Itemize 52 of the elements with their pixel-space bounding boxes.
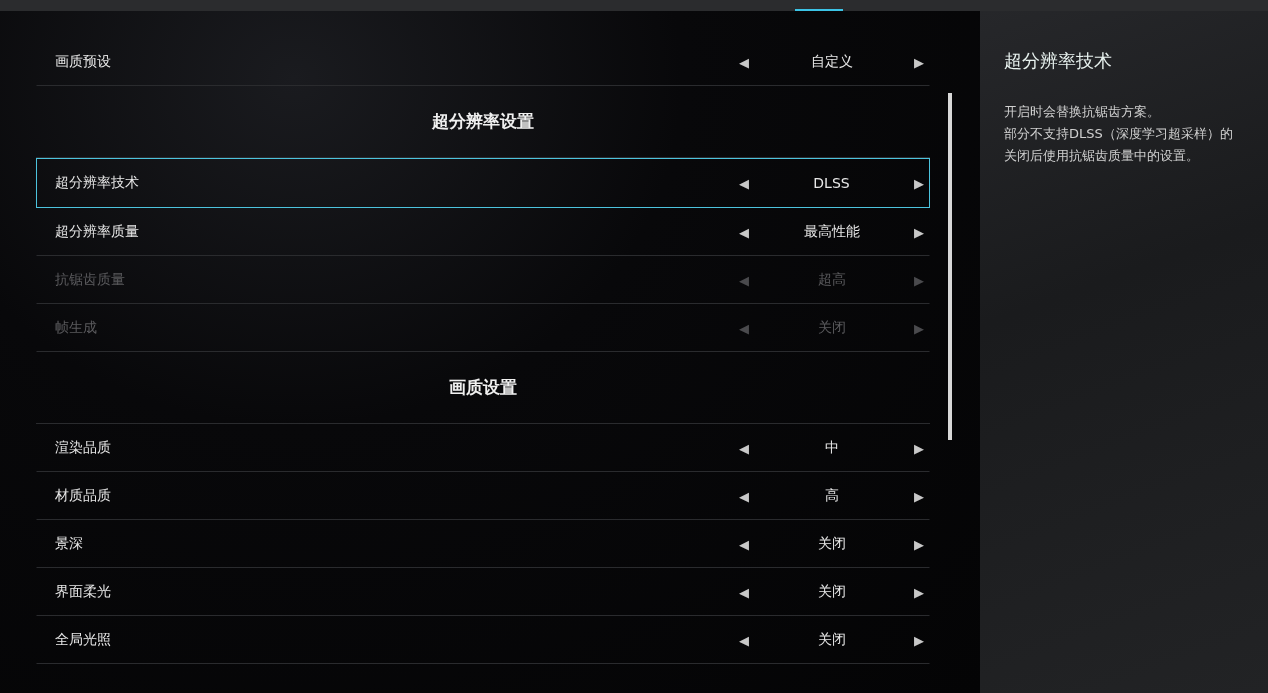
- next-arrow[interactable]: ▶: [909, 224, 929, 240]
- setting-value: 自定义: [809, 53, 854, 71]
- previous-arrow[interactable]: ◀: [734, 54, 754, 70]
- setting-row[interactable]: 材质品质 ◀ 高 ▶: [36, 472, 930, 520]
- next-arrow[interactable]: ▶: [909, 175, 929, 191]
- next-arrow[interactable]: ▶: [909, 536, 929, 552]
- previous-arrow[interactable]: ◀: [734, 536, 754, 552]
- setting-value: 中: [823, 439, 840, 457]
- previous-arrow[interactable]: ◀: [734, 175, 754, 191]
- setting-label: 帧生成: [54, 319, 98, 337]
- section-heading: 超分辨率设置: [432, 110, 534, 133]
- previous-arrow[interactable]: ◀: [734, 224, 754, 240]
- setting-row[interactable]: 界面柔光 ◀ 关闭 ▶: [36, 568, 930, 616]
- setting-row[interactable]: 渲染品质 ◀ 中 ▶: [36, 424, 930, 472]
- setting-label: 画质预设: [54, 53, 112, 71]
- previous-arrow[interactable]: ◀: [734, 584, 754, 600]
- setting-value: DLSS: [812, 175, 851, 191]
- description-line: 开启时会替换抗锯齿方案。: [1004, 103, 1161, 121]
- setting-label: 材质品质: [54, 487, 112, 505]
- setting-row[interactable]: 超分辨率技术 ◀ DLSS ▶: [36, 158, 930, 208]
- setting-value: 高: [823, 487, 840, 505]
- setting-label: 界面柔光: [54, 583, 112, 601]
- setting-label: 抗锯齿质量: [54, 271, 126, 289]
- next-arrow[interactable]: ▶: [909, 54, 929, 70]
- tab-indicator: [795, 9, 843, 11]
- setting-row[interactable]: 画质预设 ◀ 自定义 ▶: [36, 38, 930, 86]
- setting-label: 超分辨率技术: [54, 174, 140, 192]
- setting-row[interactable]: 景深 ◀ 关闭 ▶: [36, 520, 930, 568]
- setting-label: 渲染品质: [54, 439, 112, 457]
- setting-value: 关闭: [816, 583, 847, 601]
- setting-row[interactable]: 超分辨率质量 ◀ 最高性能 ▶: [36, 208, 930, 256]
- setting-value: 关闭: [816, 631, 847, 649]
- setting-label: 全局光照: [54, 631, 112, 649]
- setting-label: 超分辨率质量: [54, 223, 140, 241]
- setting-value: 关闭: [816, 535, 847, 553]
- next-arrow[interactable]: ▶: [909, 632, 929, 648]
- scrollbar-thumb[interactable]: [948, 93, 952, 440]
- description-title: 超分辨率技术: [1004, 49, 1113, 73]
- next-arrow[interactable]: ▶: [909, 584, 929, 600]
- description-line: 部分不支持DLSS（深度学习超采样）的: [1004, 125, 1234, 143]
- setting-value: 超高: [816, 271, 847, 289]
- description-line: 关闭后使用抗锯齿质量中的设置。: [1004, 147, 1200, 165]
- previous-arrow[interactable]: ◀: [734, 488, 754, 504]
- setting-value: 关闭: [816, 319, 847, 337]
- setting-row[interactable]: 全局光照 ◀ 关闭 ▶: [36, 616, 930, 664]
- previous-arrow[interactable]: ◀: [734, 632, 754, 648]
- section-heading: 画质设置: [449, 376, 517, 399]
- next-arrow[interactable]: ▶: [909, 488, 929, 504]
- setting-label: 景深: [54, 535, 84, 553]
- previous-arrow[interactable]: ◀: [734, 440, 754, 456]
- setting-value: 最高性能: [802, 223, 861, 241]
- next-arrow[interactable]: ▶: [909, 440, 929, 456]
